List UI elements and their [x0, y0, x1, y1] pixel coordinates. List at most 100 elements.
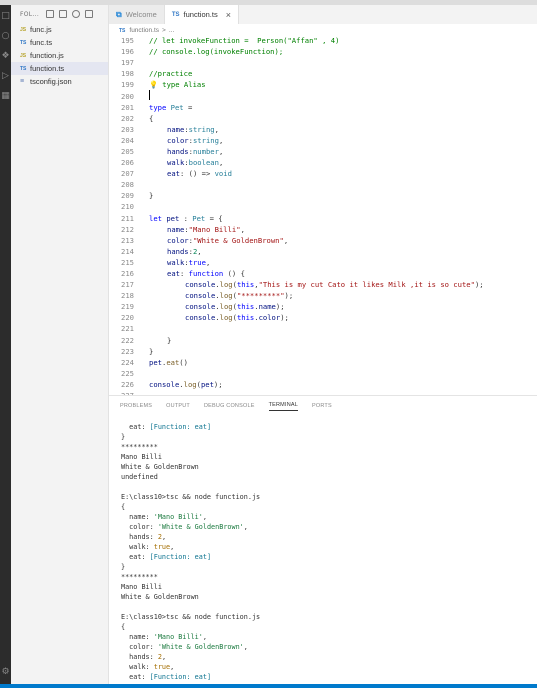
code-token: "*********" [236, 291, 285, 301]
terminal-line: hands: 2, [121, 532, 531, 542]
code-token: eat [166, 357, 180, 367]
activity-bar: □ ○ ❖ ▷ ▦ ⚙ [0, 5, 11, 684]
code-text: console.log("*********"); [149, 291, 293, 300]
line-number: 218 [121, 291, 134, 301]
line-number: 219 [121, 302, 134, 312]
files-icon[interactable]: □ [0, 9, 11, 23]
terminal-token: 'Mano Billi' [153, 633, 203, 641]
code-token: void [214, 169, 232, 179]
search-icon[interactable]: ○ [0, 29, 11, 43]
code-token: hands [167, 246, 189, 256]
code-token: } [149, 191, 154, 201]
code-token: this [236, 302, 255, 312]
terminal-token: true [153, 543, 171, 551]
code-text: hands:2, [149, 247, 202, 256]
code-token: number [192, 146, 219, 156]
panel-tab-problems[interactable]: PROBLEMS [120, 403, 152, 409]
terminal-token: ********* [121, 573, 158, 581]
code-token: eat [167, 269, 180, 279]
terminal-line: name: 'Mano Billi', [121, 512, 531, 522]
code-token: type [149, 102, 171, 112]
explorer-sidebar: FOL... JS func.js TS func.ts JS function.js TS… [11, 5, 109, 684]
tab-function-ts[interactable]: TS function.ts × [164, 5, 239, 24]
file-item[interactable]: JS function.js [11, 49, 108, 62]
file-item[interactable]: ≡ tsconfig.json [11, 75, 108, 88]
code-text: 💡 type Alias [149, 80, 206, 89]
panel-divider[interactable] [109, 395, 537, 396]
line-number: 203 [121, 124, 134, 134]
new-folder-icon[interactable] [59, 10, 68, 18]
line-number: 195 [121, 36, 134, 46]
file-item[interactable]: JS func.js [11, 23, 108, 36]
code-line: 197 [109, 57, 537, 68]
code-token: "White & GoldenBrown" [192, 235, 284, 245]
terminal-token: 'White & GoldenBrown' [157, 523, 244, 531]
terminal-token: eat: [121, 553, 150, 561]
file-item[interactable]: TS function.ts [11, 62, 108, 75]
code-line: 216 eat: function () { [109, 268, 537, 279]
code-token: color [167, 135, 189, 145]
terminal-line: eat: [Function: eat] [121, 422, 531, 432]
code-line: 203 name:string, [109, 124, 537, 135]
code-line: 211 let pet : Pet = { [109, 213, 537, 224]
code-token: { [149, 113, 154, 123]
code-token: Pet [170, 102, 184, 112]
code-line: 195 // let invokeFunction = Person("Affan… [109, 35, 537, 46]
ts-file-icon: TS [171, 11, 180, 18]
panel-tab-debug-console[interactable]: DEBUG CONSOLE [204, 403, 255, 409]
file-item[interactable]: TS func.ts [11, 36, 108, 49]
terminal-token: , [243, 643, 248, 651]
code-editor[interactable]: 195 // let invokeFunction = Person("Affan… [109, 35, 537, 395]
terminal-token: color: [121, 643, 158, 651]
code-token: walk [167, 257, 185, 267]
run-debug-icon[interactable]: ▷ [0, 69, 11, 83]
breadcrumb-rest[interactable]: ... [169, 27, 174, 34]
code-token: : [179, 213, 193, 223]
terminal-output[interactable]: eat: [Function: eat]} ********* Mano Billi… [121, 422, 531, 684]
code-token: log [219, 280, 233, 290]
code-line: 218 console.log("*********"); [109, 290, 537, 301]
breadcrumb-file[interactable]: function.ts [129, 27, 159, 34]
code-text: let pet : Pet = { [149, 214, 223, 223]
panel-tab-terminal[interactable]: TERMINAL [268, 402, 298, 411]
line-number: 202 [121, 113, 134, 123]
code-token: ); [275, 302, 285, 312]
terminal-token: Mano Billi [121, 453, 162, 461]
tab-welcome[interactable]: ⧉ Welcome [109, 5, 165, 24]
code-text: type Pet = [149, 103, 192, 112]
code-line: 207 eat: () => void [109, 168, 537, 179]
panel-tab-output[interactable]: OUTPUT [166, 403, 190, 409]
panel-tab-ports[interactable]: PORTS [312, 403, 332, 409]
terminal-line: White & GoldenBrown [121, 592, 531, 602]
line-number: 221 [121, 324, 134, 334]
terminal-token: walk: [121, 543, 154, 551]
close-icon[interactable]: × [226, 10, 231, 20]
refresh-icon[interactable] [72, 10, 81, 18]
file-name: func.ts [30, 38, 53, 47]
settings-gear-icon[interactable]: ⚙ [0, 665, 11, 679]
terminal-line: } [121, 432, 531, 442]
terminal-line: { [121, 502, 531, 512]
line-number: 201 [121, 102, 134, 112]
line-number: 200 [121, 91, 134, 101]
ts-file-icon: TS [20, 39, 27, 46]
code-token: "This is my cut Cato it likes Milk ,it i… [258, 280, 475, 290]
line-number: 213 [121, 235, 134, 245]
terminal-token: { [121, 503, 126, 511]
line-number: 199 [121, 80, 134, 90]
line-number: 208 [121, 180, 134, 190]
terminal-line: walk: true, [121, 662, 531, 672]
new-file-icon[interactable] [46, 10, 55, 18]
code-line: 215 walk:true, [109, 257, 537, 268]
terminal-token: hands: [121, 653, 158, 661]
file-name: function.js [30, 51, 64, 60]
line-number: 210 [121, 202, 134, 212]
code-text: hands:number, [149, 147, 223, 156]
collapse-all-icon[interactable] [85, 10, 94, 18]
extensions-icon[interactable]: ▦ [0, 89, 11, 103]
code-token: ); [213, 379, 223, 389]
terminal-line: ********* [121, 442, 531, 452]
terminal-line: } [121, 562, 531, 572]
line-number: 225 [121, 368, 134, 378]
source-control-icon[interactable]: ❖ [0, 49, 11, 63]
